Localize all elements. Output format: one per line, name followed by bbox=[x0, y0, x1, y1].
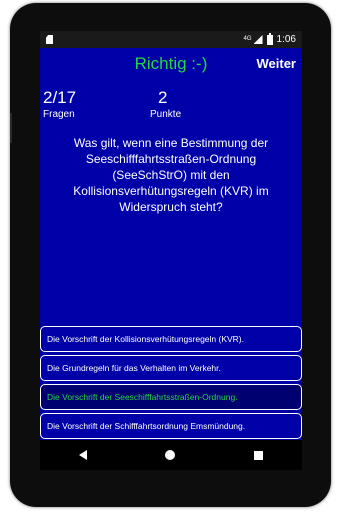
navigation-bar bbox=[40, 440, 302, 470]
clock: 1:06 bbox=[276, 34, 296, 45]
home-icon[interactable] bbox=[165, 450, 176, 460]
question-text: Was gilt, wenn eine Bestimmung der Seesc… bbox=[73, 136, 269, 214]
points-stat: 2 Punkte bbox=[150, 88, 181, 120]
recent-apps-icon[interactable] bbox=[253, 450, 263, 460]
status-bar: 4G 1:06 bbox=[40, 31, 302, 48]
signal-icon bbox=[253, 35, 263, 44]
questions-stat: 2/17 Fragen bbox=[43, 88, 76, 120]
network-type: 4G bbox=[243, 36, 252, 42]
answer-option-1[interactable]: Die Vorschrift der Kollisionsverhütungsr… bbox=[40, 326, 302, 352]
battery-icon bbox=[266, 32, 273, 45]
next-button[interactable]: Weiter bbox=[257, 56, 297, 71]
sd-card-icon bbox=[46, 35, 53, 44]
volume-button bbox=[10, 113, 12, 143]
points-label: Punkte bbox=[150, 109, 182, 120]
answer-option-3[interactable]: Die Vorschrift der Seeschifffahrtsstraße… bbox=[40, 384, 302, 410]
answer-option-4[interactable]: Die Vorschrift der Schifffahrtsordnung E… bbox=[40, 413, 302, 439]
back-icon[interactable] bbox=[79, 450, 88, 460]
answer-option-2[interactable]: Die Grundregeln für das Verhalten im Ver… bbox=[40, 355, 302, 381]
points-value: 2 bbox=[158, 88, 168, 107]
questions-value: 2/17 bbox=[43, 88, 77, 107]
questions-label: Fragen bbox=[43, 109, 75, 120]
quiz-screen: Richtig :-) Weiter 2/17 Fragen 2 Punkte … bbox=[40, 48, 302, 440]
